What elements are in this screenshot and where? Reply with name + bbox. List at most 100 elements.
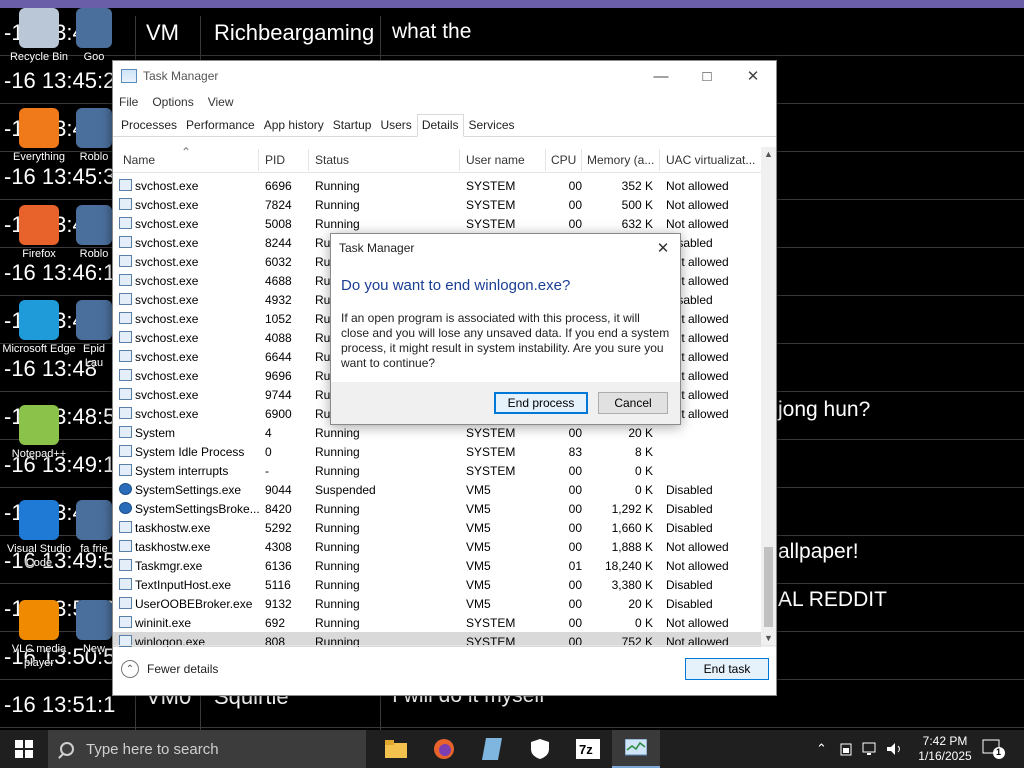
desktop-icon[interactable]: Recycle Bin (0, 8, 78, 64)
fewer-details-button[interactable]: ⌃ Fewer details (121, 660, 218, 678)
close-button[interactable]: ✕ (730, 61, 776, 91)
desktop-icon[interactable]: Everything (0, 108, 78, 164)
taskbar-firefox[interactable] (420, 730, 468, 768)
process-name: Taskmgr.exe (135, 559, 203, 573)
chat-message-partial: allpaper! (778, 540, 859, 563)
process-pid: 6136 (265, 559, 292, 573)
end-process-button[interactable]: End process (494, 392, 588, 414)
table-row[interactable]: UserOOBEBroker.exe 9132 Running VM5 00 20 K Di… (113, 594, 761, 613)
tab-processes[interactable]: Processes (117, 115, 181, 136)
process-name: SystemSettingsBroke... (135, 502, 260, 516)
desktop-icon[interactable]: VLC media player (0, 600, 78, 670)
process-status: Running (315, 578, 360, 592)
tab-services[interactable]: Services (465, 115, 519, 136)
task-manager-icon (625, 739, 647, 756)
desktop-app-icon (76, 8, 112, 48)
process-name: TextInputHost.exe (135, 578, 232, 592)
cancel-button[interactable]: Cancel (598, 392, 668, 414)
table-row[interactable]: System 4 Running SYSTEM 00 20 K (113, 423, 761, 442)
desktop-icon[interactable]: New (74, 600, 114, 656)
process-icon (119, 198, 132, 210)
process-memory: 500 K (621, 198, 653, 212)
process-status: Ru (315, 388, 331, 402)
desktop-icon[interactable]: Notepad++ (0, 405, 78, 461)
gear-icon (119, 483, 132, 495)
col-header-username[interactable]: User name (466, 153, 525, 167)
process-pid: 8244 (265, 236, 292, 250)
start-button[interactable] (0, 730, 48, 768)
minimize-button[interactable]: — (638, 61, 684, 91)
desktop-icon[interactable]: Goo (74, 8, 114, 64)
table-row[interactable]: taskhostw.exe 4308 Running VM5 00 1,888 K Not … (113, 537, 761, 556)
tab-details[interactable]: Details (416, 114, 464, 137)
process-user: VM5 (466, 521, 491, 535)
desktop-icon[interactable]: fa frie (74, 500, 114, 556)
desktop-icon-label: New (82, 643, 105, 655)
task-manager-footer: ⌃ Fewer details End task (113, 645, 776, 695)
tray-network[interactable] (862, 730, 880, 768)
dialog-close-button[interactable]: ✕ (646, 234, 680, 262)
process-status: Ru (315, 331, 331, 345)
tab-startup[interactable]: Startup (329, 115, 376, 136)
taskbar-7zip[interactable]: 7z (564, 730, 612, 768)
process-pid: 9132 (265, 597, 292, 611)
notification-icon (982, 739, 1005, 759)
desktop-icon[interactable]: Visual Studio Code (0, 500, 78, 570)
scroll-down-icon[interactable]: ▼ (764, 633, 773, 643)
col-header-status[interactable]: Status (315, 153, 349, 167)
process-name: svchost.exe (135, 293, 199, 307)
scroll-thumb[interactable] (764, 547, 773, 627)
col-header-name[interactable]: Name (123, 153, 155, 167)
desktop-icon[interactable]: Microsoft Edge (0, 300, 78, 356)
scroll-up-icon[interactable]: ▲ (764, 149, 773, 159)
tray-battery[interactable] (840, 730, 852, 768)
end-task-button[interactable]: End task (685, 658, 769, 680)
desktop-icon[interactable]: Epid Lau (74, 300, 114, 370)
table-row[interactable]: svchost.exe 7824 Running SYSTEM 00 500 K Not a… (113, 195, 761, 214)
col-header-cpu[interactable]: CPU (551, 153, 576, 167)
process-cpu: 00 (568, 426, 582, 440)
desktop-icon[interactable]: Roblo (74, 205, 114, 261)
desktop-icon[interactable]: Roblo (74, 108, 114, 164)
col-header-memory[interactable]: Memory (a... (587, 153, 654, 167)
table-row[interactable]: svchost.exe 6696 Running SYSTEM 00 352 K Not a… (113, 176, 761, 195)
tab-performance[interactable]: Performance (182, 115, 259, 136)
tab-users[interactable]: Users (376, 115, 415, 136)
table-row[interactable]: svchost.exe 5008 Running SYSTEM 00 632 K Not a… (113, 214, 761, 233)
menu-view[interactable]: View (208, 95, 234, 109)
notification-center-button[interactable]: 1 (982, 730, 1006, 768)
process-cpu: 00 (568, 483, 582, 497)
menu-file[interactable]: File (119, 95, 138, 109)
maximize-button[interactable]: □ (684, 61, 730, 91)
taskbar-notes-app[interactable] (468, 730, 516, 768)
process-pid: 7824 (265, 198, 292, 212)
tray-clock[interactable]: 7:42 PM 1/16/2025 (900, 734, 990, 764)
table-row[interactable]: wininit.exe 692 Running SYSTEM 00 0 K Not allo… (113, 613, 761, 632)
process-user: SYSTEM (466, 426, 516, 440)
table-row[interactable]: SystemSettings.exe 9044 Suspended VM5 00 0 K D… (113, 480, 761, 499)
tab-app-history[interactable]: App history (260, 115, 328, 136)
col-header-uac[interactable]: UAC virtualizat... (666, 153, 755, 167)
taskbar-task-manager[interactable] (612, 730, 660, 768)
table-row[interactable]: System Idle Process 0 Running SYSTEM 83 8 K (113, 442, 761, 461)
svg-text:7z: 7z (579, 742, 593, 757)
table-row[interactable]: SystemSettingsBroke... 8420 Running VM5 00 1,… (113, 499, 761, 518)
col-header-pid[interactable]: PID (265, 153, 285, 167)
show-hidden-icons[interactable]: ⌃ (816, 730, 827, 768)
process-name: System interrupts (135, 464, 229, 478)
vertical-scrollbar[interactable]: ▲ ▼ (761, 147, 776, 647)
process-icon (119, 445, 132, 457)
taskbar-file-explorer[interactable] (372, 730, 420, 768)
menu-options[interactable]: Options (152, 95, 193, 109)
dialog-message: If an open program is associated with th… (341, 311, 670, 370)
desktop-icon[interactable]: Firefox (0, 205, 78, 261)
table-row[interactable]: Taskmgr.exe 6136 Running VM5 01 18,240 K Not a… (113, 556, 761, 575)
chat-timestamp: -16 13:45:3 (4, 164, 116, 189)
process-user: VM5 (466, 578, 491, 592)
table-row[interactable]: TextInputHost.exe 5116 Running VM5 00 3,380 K… (113, 575, 761, 594)
taskbar-security[interactable] (516, 730, 564, 768)
taskbar-search-box[interactable]: Type here to search (48, 730, 366, 768)
process-icon (119, 293, 132, 305)
table-row[interactable]: System interrupts - Running SYSTEM 00 0 K (113, 461, 761, 480)
table-row[interactable]: taskhostw.exe 5292 Running VM5 00 1,660 K Disa… (113, 518, 761, 537)
